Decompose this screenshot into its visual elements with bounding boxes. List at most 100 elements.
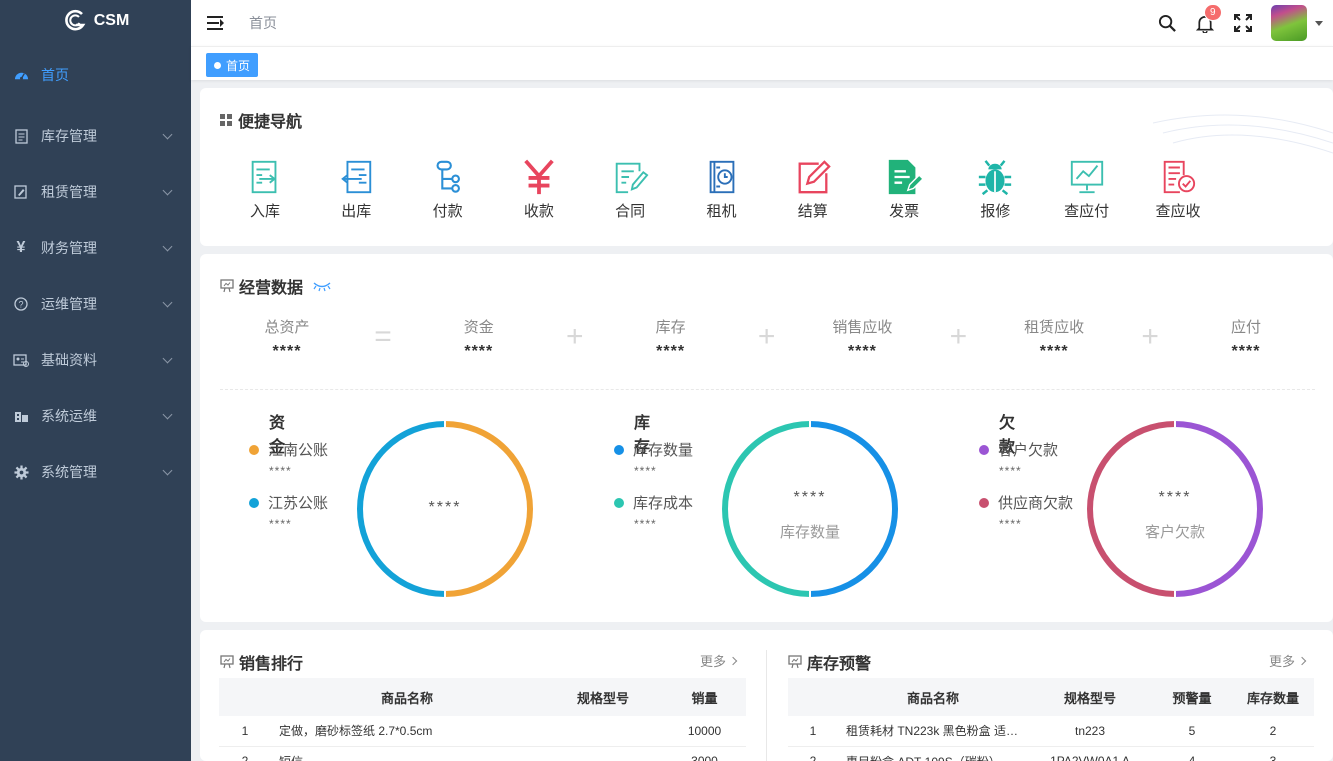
donut-segment <box>809 421 898 597</box>
sidebar-item-3[interactable]: ¥ 财务管理 <box>0 220 191 276</box>
quick-nav-item-9[interactable]: 查应付 <box>1047 158 1127 221</box>
quick-nav-item-0[interactable]: 入库 <box>225 158 305 221</box>
legend-entry[interactable]: 江南公账 **** <box>249 439 369 478</box>
legend-value: **** <box>634 517 657 531</box>
donut-chart[interactable]: **** 库存数量 <box>720 419 900 599</box>
column-header[interactable] <box>788 678 838 716</box>
sidebar-item-1[interactable]: 库存管理 <box>0 108 191 164</box>
fullscreen-icon[interactable] <box>1233 13 1253 33</box>
table-cell: 2 <box>219 746 271 761</box>
legend-entry[interactable]: 江苏公账 **** <box>249 492 369 531</box>
dashboard-icon <box>12 66 30 84</box>
bug-icon <box>955 158 1035 196</box>
table-cell: 3 <box>1232 746 1314 761</box>
legend-name: 客户欠款 <box>998 442 1059 459</box>
quick-nav-item-8[interactable]: 报修 <box>955 158 1035 221</box>
stock-alert-more-link[interactable]: 更多 <box>1269 651 1307 670</box>
search-icon[interactable] <box>1157 13 1177 33</box>
divider <box>220 389 1315 390</box>
table-row[interactable]: 2惠目粉盒 ADT-109S（碳粉）1PA2VW0A1 A43 <box>788 746 1314 761</box>
sales-rank-header: 销售排行 <box>220 650 303 674</box>
chevron-right-icon <box>1297 656 1307 665</box>
column-header[interactable]: 商品名称 <box>271 678 543 716</box>
user-avatar[interactable] <box>1271 5 1307 41</box>
stock-out-icon <box>316 158 396 196</box>
sidebar-item-4[interactable]: ? 运维管理 <box>0 276 191 332</box>
quick-nav-item-6[interactable]: 结算 <box>773 158 853 221</box>
table-cell: 2 <box>788 746 838 761</box>
table-row[interactable]: 2短信 3000 <box>219 746 746 761</box>
more-label: 更多 <box>1269 654 1296 669</box>
column-header[interactable]: 库存数量 <box>1232 678 1314 716</box>
eye-closed-icon[interactable] <box>312 280 332 292</box>
legend-entry[interactable]: 供应商欠款 **** <box>979 492 1099 531</box>
sidebar-item-label: 系统运维 <box>41 408 97 424</box>
formula-item-0: 总资产 **** <box>227 316 347 361</box>
quick-nav-item-3[interactable]: 收款 <box>499 158 579 221</box>
quick-nav-label: 付款 <box>432 203 463 220</box>
quick-nav-item-4[interactable]: 合同 <box>590 158 670 221</box>
sidebar-item-7[interactable]: 系统管理 <box>0 444 191 500</box>
quick-nav-item-1[interactable]: 出库 <box>316 158 396 221</box>
donut-chart[interactable]: **** <box>355 419 535 599</box>
table-row[interactable]: 1 定做，磨砂标签纸 2.7*0.5cm 10000 <box>219 716 746 747</box>
tag-home[interactable]: 首页 <box>206 53 259 77</box>
column-header[interactable]: 销量 <box>663 678 746 716</box>
quick-nav-label: 租机 <box>706 203 737 220</box>
chevron-down-icon[interactable] <box>1315 20 1323 26</box>
formula-operator: + <box>1141 320 1159 353</box>
table-row[interactable]: 1 租赁耗材 TN223k 黑色粉盒 适… tn223 5 2 <box>788 716 1314 747</box>
legend-value: **** <box>999 464 1022 478</box>
column-header[interactable] <box>219 678 271 716</box>
stock-alert-header: 库存预警 <box>788 650 871 674</box>
legend-entry[interactable]: 客户欠款 **** <box>979 439 1099 478</box>
chart-board-icon <box>788 655 802 669</box>
quick-nav-item-5[interactable]: 租机 <box>682 158 762 221</box>
menu-toggle-icon[interactable] <box>207 15 227 31</box>
legend-value: **** <box>269 464 292 478</box>
sidebar-item-2[interactable]: 租赁管理 <box>0 164 191 220</box>
sidebar-item-label: 运维管理 <box>41 296 97 312</box>
formula-label: 应付 <box>1230 319 1261 336</box>
sales-rank-more-link[interactable]: 更多 <box>700 651 738 670</box>
column-header[interactable]: 规格型号 <box>1028 678 1152 716</box>
legend-value: **** <box>999 517 1022 531</box>
pie-legend: 客户欠款 **** 供应商欠款 **** <box>979 439 1099 531</box>
chevron-down-icon <box>162 409 173 420</box>
sidebar-item-6[interactable]: 系统运维 <box>0 388 191 444</box>
sidebar-menu: 首页库存管理租赁管理 ¥ 财务管理? 运维管理 基础资料系统运维系统管理 <box>0 42 191 500</box>
sidebar-item-label: 库存管理 <box>41 128 97 144</box>
table-cell: 4 <box>1152 746 1232 761</box>
column-header[interactable]: 规格型号 <box>543 678 663 716</box>
chevron-down-icon <box>162 297 173 308</box>
formula-operator: = <box>374 320 392 353</box>
quick-nav-title: 便捷导航 <box>238 114 303 131</box>
formula-label: 销售应收 <box>832 319 893 336</box>
inventory-icon <box>12 127 30 145</box>
stock-alert-table: 商品名称 规格型号 预警量 库存数量 1 租赁耗材 TN223k 黑色粉盒 适… tn22… <box>788 678 1314 761</box>
sales-rank-table: 商品名称规格型号销量 1定做，磨砂标签纸 2.7*0.5cm 10000 2短信 30… <box>219 678 746 761</box>
column-header[interactable]: 商品名称 <box>838 678 1028 716</box>
quick-nav-item-2[interactable]: 付款 <box>408 158 488 221</box>
column-header[interactable]: 预警量 <box>1152 678 1232 716</box>
donut-chart[interactable]: **** 客户欠款 <box>1085 419 1265 599</box>
sidebar-item-5[interactable]: 基础资料 <box>0 332 191 388</box>
bell-icon[interactable]: 9 <box>1195 4 1222 33</box>
formula-label: 租赁应收 <box>1024 319 1085 336</box>
legend-name: 库存数量 <box>633 442 694 459</box>
quick-nav-item-10[interactable]: 查应收 <box>1138 158 1218 221</box>
chevron-down-icon <box>162 465 173 476</box>
breadcrumb[interactable]: 首页 <box>249 13 277 33</box>
table-cell <box>543 716 663 747</box>
legend-dot-icon <box>979 497 989 508</box>
app-logo[interactable]: CSM <box>0 0 191 42</box>
legend-entry[interactable]: 库存成本 **** <box>614 492 734 531</box>
sidebar-item-label: 财务管理 <box>41 240 97 256</box>
quick-nav-label: 合同 <box>615 203 646 220</box>
sidebar-item-0[interactable]: 首页 <box>0 42 191 108</box>
quick-nav-label: 报修 <box>980 203 1011 220</box>
stock-alert-title: 库存预警 <box>807 656 872 673</box>
quick-nav-item-7[interactable]: 发票 <box>864 158 944 221</box>
legend-entry[interactable]: 库存数量 **** <box>614 439 734 478</box>
table-cell: 租赁耗材 TN223k 黑色粉盒 适… <box>838 716 1028 747</box>
